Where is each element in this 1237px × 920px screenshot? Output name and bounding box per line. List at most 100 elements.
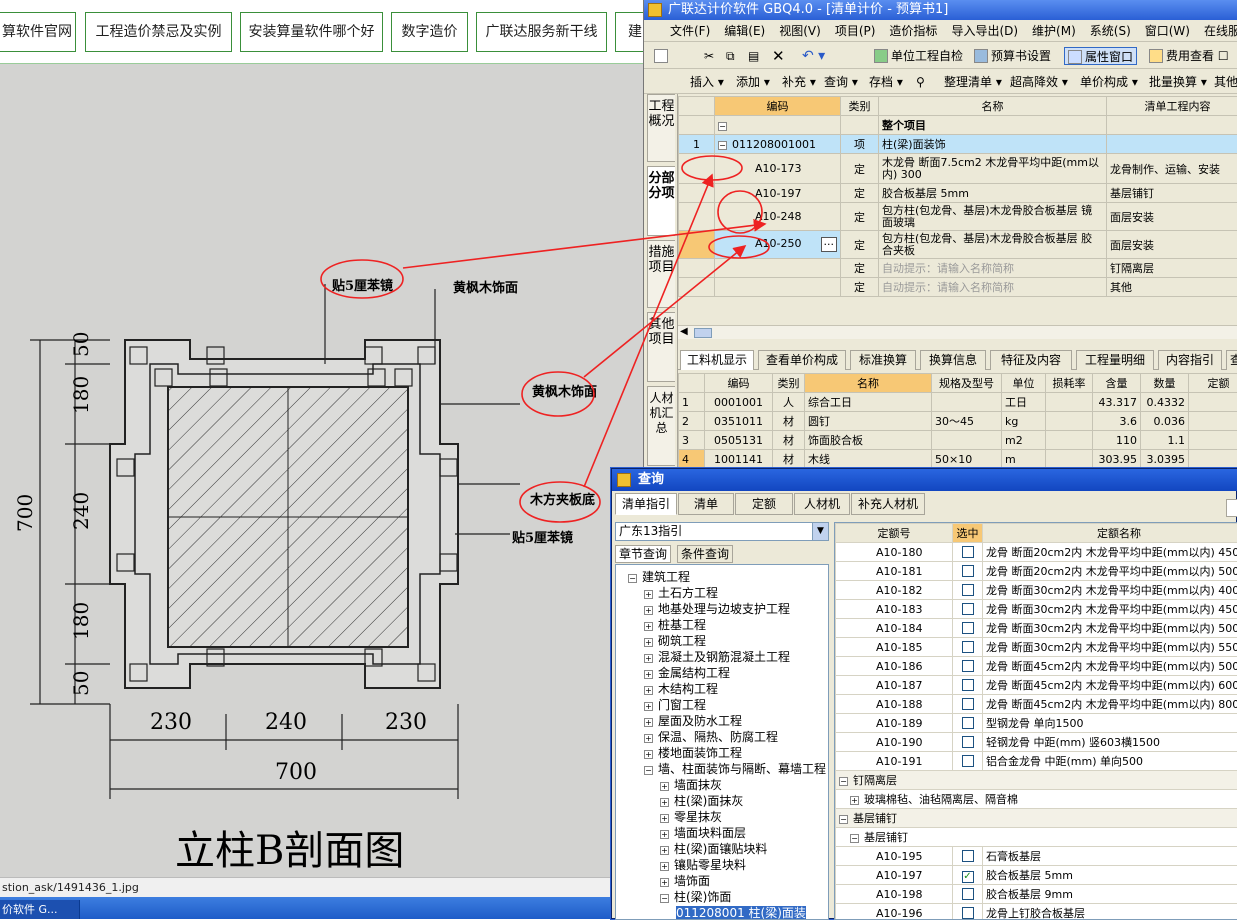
select-checkbox[interactable] [962,546,974,558]
self-check-button[interactable]: 单位工程自检 [874,47,963,65]
collapse-icon[interactable]: − [660,894,669,903]
tree-node[interactable]: 011208001 柱(梁)面装 [676,905,806,920]
expand-icon[interactable]: + [644,622,653,631]
tab-labor-material-summary[interactable]: 人材机汇总 [647,386,675,466]
chevron-down-icon[interactable]: ▼ [812,523,828,540]
quota-row[interactable]: A10-198胶合板基层 9mm [836,885,1237,904]
tree-node[interactable]: +砌筑工程 [644,633,706,649]
col-header-quota-name[interactable]: 定额名称 [983,524,1237,543]
collapse-icon[interactable]: − [644,766,653,775]
scroll-left-icon[interactable]: ◀ [680,326,688,337]
tree-node[interactable]: +屋面及防水工程 [644,713,742,729]
select-checkbox[interactable] [962,755,974,767]
tree-node[interactable]: +金属结构工程 [644,665,730,681]
nav-link-official[interactable]: 算软件官网 [0,12,76,52]
tab-features[interactable]: 特征及内容 [990,350,1072,370]
expand-icon[interactable]: + [644,718,653,727]
tree-node[interactable]: +墙面抹灰 [660,777,722,793]
select-checkbox[interactable] [962,717,974,729]
col-header-name[interactable]: 名称 [805,374,932,393]
quota-row[interactable]: A10-195石膏板基层 [836,847,1237,866]
tree-node[interactable]: +楼地面装饰工程 [644,745,742,761]
expand-icon[interactable]: + [644,702,653,711]
cut-icon[interactable]: ✂ [704,47,714,65]
horizontal-scrollbar[interactable]: ◀ [678,325,1237,339]
col-header-name[interactable]: 名称 [879,97,1107,116]
menu-online[interactable]: 在线服务(L) [1197,20,1237,42]
tab-unit-price[interactable]: 查看单价构成 [758,350,846,370]
select-checkbox[interactable] [962,641,974,653]
select-checkbox[interactable] [962,850,974,862]
select-checkbox[interactable] [962,679,974,691]
menu-edit[interactable]: 编辑(E) [717,20,772,42]
expand-icon[interactable]: + [660,830,669,839]
select-checkbox[interactable] [962,622,974,634]
table-row[interactable]: A10-197定胶合板基层 5mm基层铺钉 [679,184,1237,203]
tree-node[interactable]: +保温、隔热、防腐工程 [644,729,778,745]
table-row[interactable]: 41001141材木线50×10m303.953.0395 [679,450,1237,469]
quota-row[interactable]: A10-184龙骨 断面30cm2内 木龙骨平均中距(mm以内) 500 [836,619,1237,638]
col-header-quota-code[interactable]: 定额号 [836,524,953,543]
select-checkbox[interactable] [962,603,974,615]
group-row[interactable]: −钉隔离层 [836,771,1237,790]
menu-maintain[interactable]: 维护(M) [1025,20,1083,42]
select-checkbox[interactable] [962,907,974,919]
quota-row[interactable]: A10-183龙骨 断面30cm2内 木龙骨平均中距(mm以内) 450 [836,600,1237,619]
undo-icon[interactable]: ↶ ▾ [802,47,825,65]
table-row[interactable]: 30505131材饰面胶合板m21101.1 [679,431,1237,450]
expand-icon[interactable]: + [660,814,669,823]
select-checkbox[interactable] [962,698,974,710]
collapse-icon[interactable]: − [628,574,637,583]
expand-icon[interactable]: + [660,846,669,855]
tree-node[interactable]: +土石方工程 [644,585,718,601]
tab-supplement-material[interactable]: 补充人材机 [851,493,925,515]
table-row[interactable]: A10-250···定包方柱(包龙骨、基层)木龙骨胶合板基层 胶合夹板面层安装 [679,231,1237,259]
tree-node[interactable]: +地基处理与边坡支护工程 [644,601,790,617]
binoculars-icon[interactable]: ⚲ [916,73,925,91]
tree-node[interactable]: +柱(梁)面镶贴块料 [660,841,767,857]
quota-row[interactable]: A10-185龙骨 断面30cm2内 木龙骨平均中距(mm以内) 550 [836,638,1237,657]
tree-node[interactable]: +柱(梁)面抹灰 [660,793,743,809]
table-row[interactable]: 定自动提示：请输入名称简称其他 [679,278,1237,297]
expand-icon[interactable]: + [644,654,653,663]
col-header-type[interactable]: 类别 [841,97,879,116]
col-header-unit[interactable]: 单位 [1002,374,1046,393]
dialog-action-button[interactable] [1226,499,1237,517]
tab-quantity-detail[interactable]: 工程量明细 [1076,350,1154,370]
height-reduction-menu[interactable]: 超高降效 ▾ [1010,73,1068,91]
quota-row[interactable]: A10-197✓胶合板基层 5mm [836,866,1237,885]
table-row[interactable]: 10001001人综合工日工日43.3170.4332 [679,393,1237,412]
col-header-amount[interactable]: 数量 [1141,374,1189,393]
table-row[interactable]: A10-248定包方柱(包龙骨、基层)木龙骨胶合板基层 镜面玻璃面层安装 [679,203,1237,231]
expand-icon[interactable]: + [644,638,653,647]
unit-price-menu[interactable]: 单价构成 ▾ [1080,73,1138,91]
select-checkbox[interactable] [962,584,974,596]
expand-icon[interactable]: + [660,782,669,791]
quota-row[interactable]: A10-190轻钢龙骨 中距(mm) 竖603横1500 [836,733,1237,752]
tab-content-guide[interactable]: 内容指引 [1158,350,1222,370]
delete-icon[interactable]: ✕ [772,47,785,65]
quota-row[interactable]: A10-191铝合金龙骨 中距(mm) 单向500 [836,752,1237,771]
quota-row[interactable]: A10-186龙骨 断面45cm2内 木龙骨平均中距(mm以内) 500 [836,657,1237,676]
col-header-content[interactable]: 清单工程内容 [1107,97,1237,116]
tab-bill-guide[interactable]: 清单指引 [615,493,677,515]
col-header-code[interactable]: 编码 [705,374,773,393]
tab-more[interactable]: 查 [1226,350,1237,370]
more-button[interactable]: ··· [821,237,838,252]
table-row[interactable]: A10-173定木龙骨 断面7.5cm2 木龙骨平均中距(mm以内) 300龙骨… [679,154,1237,184]
taskbar-item-gbq[interactable]: 价软件 G... [0,900,80,919]
query-menu[interactable]: 查询 ▾ [824,73,858,91]
expand-icon[interactable]: + [660,862,669,871]
tree-node[interactable]: +墙饰面 [660,873,710,889]
tab-chapter-query[interactable]: 章节查询 [615,545,671,563]
table-row[interactable]: 20351011材圆钉30～45kg3.60.036 [679,412,1237,431]
other-menu[interactable]: 其他 [1214,73,1237,91]
tab-bill[interactable]: 清单 [678,493,734,515]
tab-labor-material[interactable]: 工料机显示 [680,350,754,370]
expand-icon[interactable]: + [644,686,653,695]
group-child-row[interactable]: +玻璃棉毡、油毡隔离层、隔音棉 [836,790,1237,809]
table-row[interactable]: 定自动提示：请输入名称简称钉隔离层 [679,259,1237,278]
budget-settings-button[interactable]: 预算书设置 [974,47,1051,65]
menu-import-export[interactable]: 导入导出(D) [944,20,1025,42]
organize-list-menu[interactable]: 整理清单 ▾ [944,73,1002,91]
